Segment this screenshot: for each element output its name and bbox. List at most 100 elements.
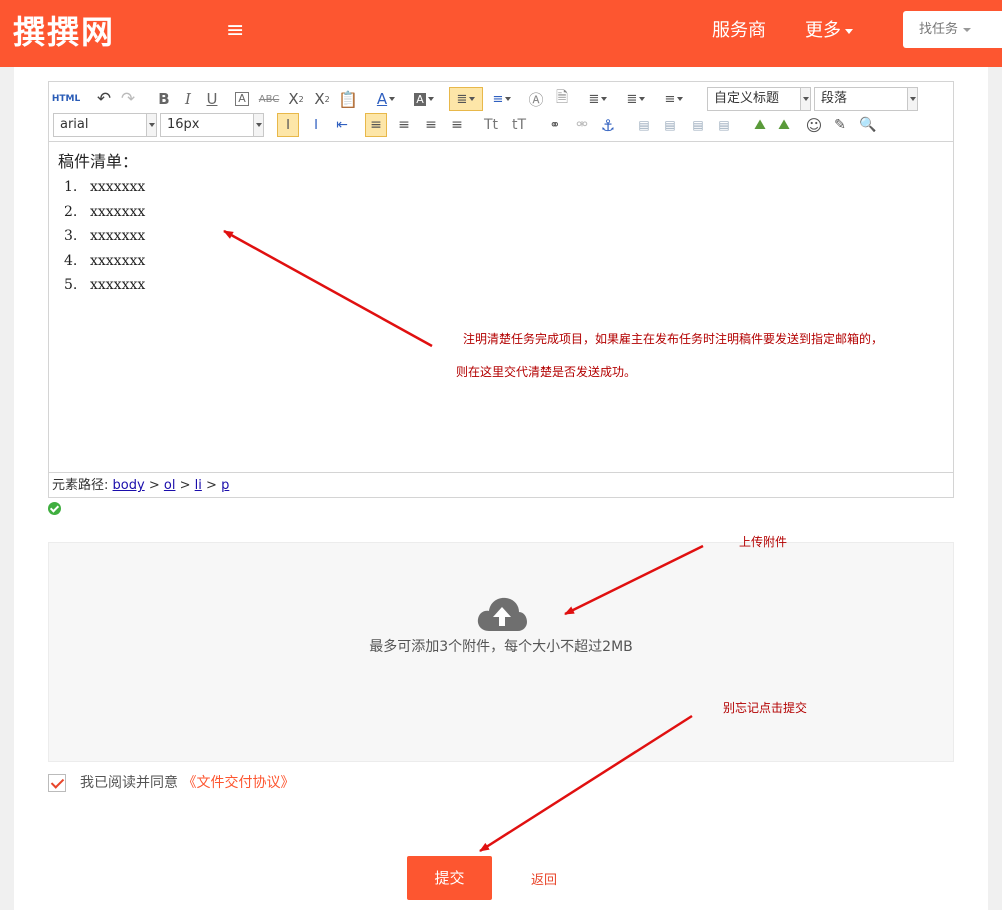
font-color-icon[interactable]: A xyxy=(371,87,401,111)
path-separator: > xyxy=(206,478,217,493)
image-float-none-icon[interactable]: ▤ xyxy=(633,113,655,137)
custom-heading-select[interactable]: 自定义标题 xyxy=(707,87,811,111)
agreement-checkbox[interactable] xyxy=(48,774,66,792)
page: 撰撰网 ≡ 服务商 更多 找任务 HTML ↶ ↷ B I U A ABC X2… xyxy=(0,0,1002,910)
page-icon[interactable]: 🗎 xyxy=(551,87,573,111)
align-right-icon[interactable]: ≡ xyxy=(420,113,442,137)
align-justify-icon[interactable]: ≡ xyxy=(446,113,468,137)
editor-content-area[interactable]: 稿件清单： 1. xxxxxxx 2. xxxxxxx 3. xxxxxxx 4. xx… xyxy=(49,143,953,472)
chevron-down-icon xyxy=(677,97,684,101)
delivery-agreement-link[interactable]: 《文件交付协议》 xyxy=(182,775,294,791)
paste-plain-icon[interactable]: 📋 xyxy=(337,87,359,111)
scrawl-icon[interactable]: ✎ xyxy=(829,113,851,137)
submit-button[interactable]: 提交 xyxy=(407,856,492,900)
image-float-right-icon[interactable]: ▤ xyxy=(687,113,709,137)
path-link-p[interactable]: p xyxy=(221,478,229,493)
link-icon[interactable]: ⚭ xyxy=(543,113,567,137)
list-item-text: xxxxxxx xyxy=(90,277,146,293)
attachment-upload-zone[interactable]: 最多可添加3个附件，每个大小不超过2MB xyxy=(48,542,954,762)
preview-icon[interactable]: 🔍 xyxy=(857,113,879,137)
align-center-icon[interactable]: ≡ xyxy=(393,113,415,137)
agreement-text: 我已阅读并同意 xyxy=(80,775,178,791)
undo-icon[interactable]: ↶ xyxy=(93,87,115,111)
subscript-icon[interactable]: X2 xyxy=(311,87,333,111)
html-source-label: HTML xyxy=(51,94,81,104)
element-path-bar: 元素路径: body > ol > li > p xyxy=(49,472,953,497)
path-link-li[interactable]: li xyxy=(195,478,202,493)
unordered-list-icon[interactable]: ≡ xyxy=(487,87,517,111)
chevron-down-icon xyxy=(601,97,608,101)
ordered-list-icon[interactable]: ≣ xyxy=(449,87,483,111)
editor-heading: 稿件清单： xyxy=(58,152,139,171)
cloud-upload-icon xyxy=(477,597,527,631)
font-size-value: 16px xyxy=(167,117,200,132)
list-item-number: 3. xyxy=(64,228,78,244)
background-color-icon[interactable]: A xyxy=(409,87,439,111)
lowercase-icon[interactable]: tT xyxy=(508,113,530,137)
list-item: 2. xxxxxxx xyxy=(64,200,944,225)
upload-hint: 最多可添加3个附件，每个大小不超过2MB xyxy=(369,639,633,655)
chevron-down-icon xyxy=(427,97,434,101)
list-item-text: xxxxxxx xyxy=(90,179,146,195)
list-item: 3. xxxxxxx xyxy=(64,224,944,249)
unlink-icon[interactable]: ⚮ xyxy=(571,113,593,137)
chevron-down-icon xyxy=(146,114,156,136)
editor-toolbar: HTML ↶ ↷ B I U A ABC X2 X2 📋 A A ≣ ≡ Ⓐ 🗎… xyxy=(49,82,953,142)
italic-icon[interactable]: I xyxy=(177,87,199,111)
strikethrough-icon[interactable]: ABC xyxy=(256,87,282,111)
element-path-label: 元素路径: xyxy=(52,478,109,493)
bold-icon[interactable]: B xyxy=(153,87,175,111)
find-task-label: 找任务 xyxy=(919,22,959,37)
line-height-icon[interactable]: ≣ xyxy=(583,87,613,111)
paragraph-format-select[interactable]: 段落 xyxy=(814,87,918,111)
path-link-ol[interactable]: ol xyxy=(164,478,176,493)
font-size-select[interactable]: 16px xyxy=(160,113,264,137)
annotation-editor-line-1: 注明清楚任务完成项目，如果雇主在发布任务时注明稿件要发送到指定邮箱的， xyxy=(463,332,884,346)
font-family-select[interactable]: arial xyxy=(53,113,157,137)
image-float-left-icon[interactable]: ▤ xyxy=(659,113,681,137)
nav-item-more[interactable]: 更多 xyxy=(805,20,853,42)
paragraph-format-value: 段落 xyxy=(821,91,848,106)
annotation-submit: 别忘记点击提交 xyxy=(723,701,808,715)
chevron-down-icon xyxy=(845,28,853,34)
text-direction-rtl-icon[interactable]: I xyxy=(305,113,327,137)
find-task-dropdown[interactable]: 找任务 xyxy=(903,11,1002,48)
uppercase-icon[interactable]: Tt xyxy=(480,113,502,137)
align-left-icon[interactable]: ≡ xyxy=(365,113,387,137)
rich-text-editor: HTML ↶ ↷ B I U A ABC X2 X2 📋 A A ≣ ≡ Ⓐ 🗎… xyxy=(48,81,954,498)
superscript-icon[interactable]: X2 xyxy=(285,87,307,111)
text-direction-ltr-icon[interactable]: I xyxy=(277,113,299,137)
anchor-icon[interactable]: ⚓ xyxy=(597,113,619,137)
chevron-down-icon xyxy=(639,97,646,101)
outdent-icon[interactable]: ⇤ xyxy=(331,113,353,137)
chevron-down-icon xyxy=(505,97,512,101)
font-family-value: arial xyxy=(60,117,89,132)
font-border-icon[interactable]: A xyxy=(231,87,253,111)
agreement-label: 我已阅读并同意 《文件交付协议》 xyxy=(80,773,294,793)
redo-icon[interactable]: ↷ xyxy=(117,87,139,111)
clear-format-icon[interactable]: Ⓐ xyxy=(525,87,547,111)
menu-icon[interactable]: ≡ xyxy=(226,20,244,42)
list-item: 5. xxxxxxx xyxy=(64,273,944,298)
emoticon-icon[interactable]: ☺ xyxy=(803,113,825,137)
chevron-down-icon xyxy=(963,27,972,32)
chevron-down-icon xyxy=(469,97,476,101)
indent-icon[interactable]: ≡ xyxy=(659,87,689,111)
site-logo[interactable]: 撰撰网 xyxy=(13,12,115,52)
insert-image-icon[interactable]: ⛰ xyxy=(749,113,771,137)
multi-image-icon[interactable]: ⛰ xyxy=(773,113,795,137)
chevron-down-icon xyxy=(253,114,263,136)
custom-heading-value: 自定义标题 xyxy=(714,91,780,106)
nav-item-service-provider[interactable]: 服务商 xyxy=(712,20,766,42)
back-link[interactable]: 返回 xyxy=(531,869,557,888)
path-separator: > xyxy=(179,478,191,493)
annotation-upload: 上传附件 xyxy=(739,535,788,549)
image-center-icon[interactable]: ▤ xyxy=(713,113,735,137)
list-item: 1. xxxxxxx xyxy=(64,175,944,200)
path-link-body[interactable]: body xyxy=(113,478,145,493)
row-spacing-icon[interactable]: ≣ xyxy=(621,87,651,111)
html-source-button[interactable]: HTML xyxy=(51,87,81,111)
underline-icon[interactable]: U xyxy=(201,87,223,111)
path-separator: > xyxy=(148,478,160,493)
top-nav-bar: 撰撰网 ≡ 服务商 更多 找任务 xyxy=(0,0,1002,67)
